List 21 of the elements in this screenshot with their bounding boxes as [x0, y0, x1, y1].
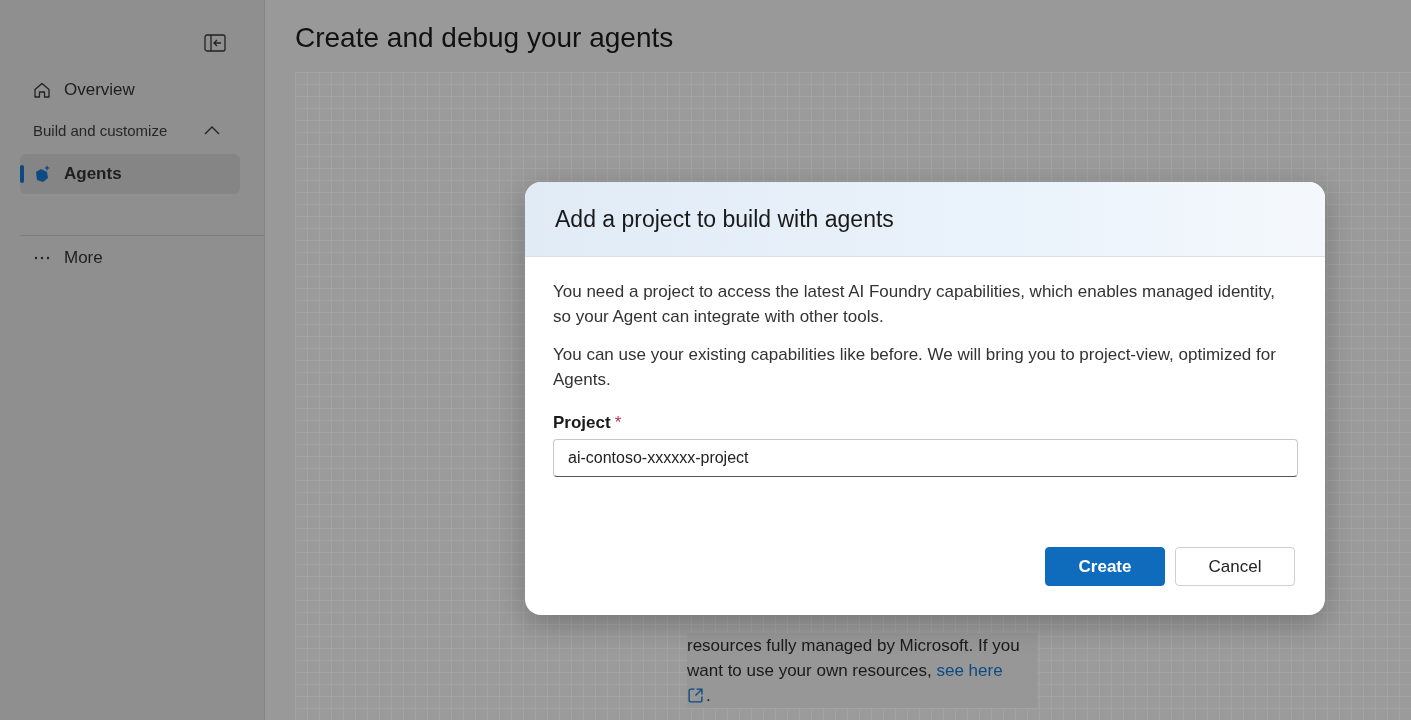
info-paragraph: resources fully managed by Microsoft. If you want to use your own resources, see here .: [687, 633, 1037, 708]
nav-item[interactable]: Overview: [20, 70, 240, 110]
create-button[interactable]: Create: [1045, 547, 1165, 586]
collapse-sidebar-icon[interactable]: [204, 34, 226, 52]
external-link-icon[interactable]: [687, 687, 704, 704]
selection-indicator: [20, 165, 24, 183]
more-icon: [34, 256, 50, 260]
required-mark: *: [614, 413, 622, 432]
chevron-icon: [204, 125, 220, 135]
home-icon: [32, 80, 52, 100]
see-here-link[interactable]: see here: [936, 661, 1003, 680]
cancel-button[interactable]: Cancel: [1175, 547, 1295, 586]
page-title: Create and debug your agents: [295, 22, 675, 54]
dialog-text: You can use your existing capabilities like before. We will bring you to project-view, optimized for Agents.: [553, 344, 1277, 391]
nav-item[interactable]: Agents: [20, 154, 240, 194]
dialog-text: You need a project to access the latest AI Foundry capabilities, which enables managed identity, so your Agent can integrate with other tools.: [553, 281, 1276, 328]
section-header[interactable]: Build and customize: [20, 110, 240, 150]
dialog-title: Add a project to build with agents: [555, 205, 894, 233]
field-label: Project *: [553, 413, 623, 433]
project-field[interactable]: ai-contoso-xxxxxx-project: [553, 439, 1298, 477]
nav-item[interactable]: More: [20, 238, 240, 278]
